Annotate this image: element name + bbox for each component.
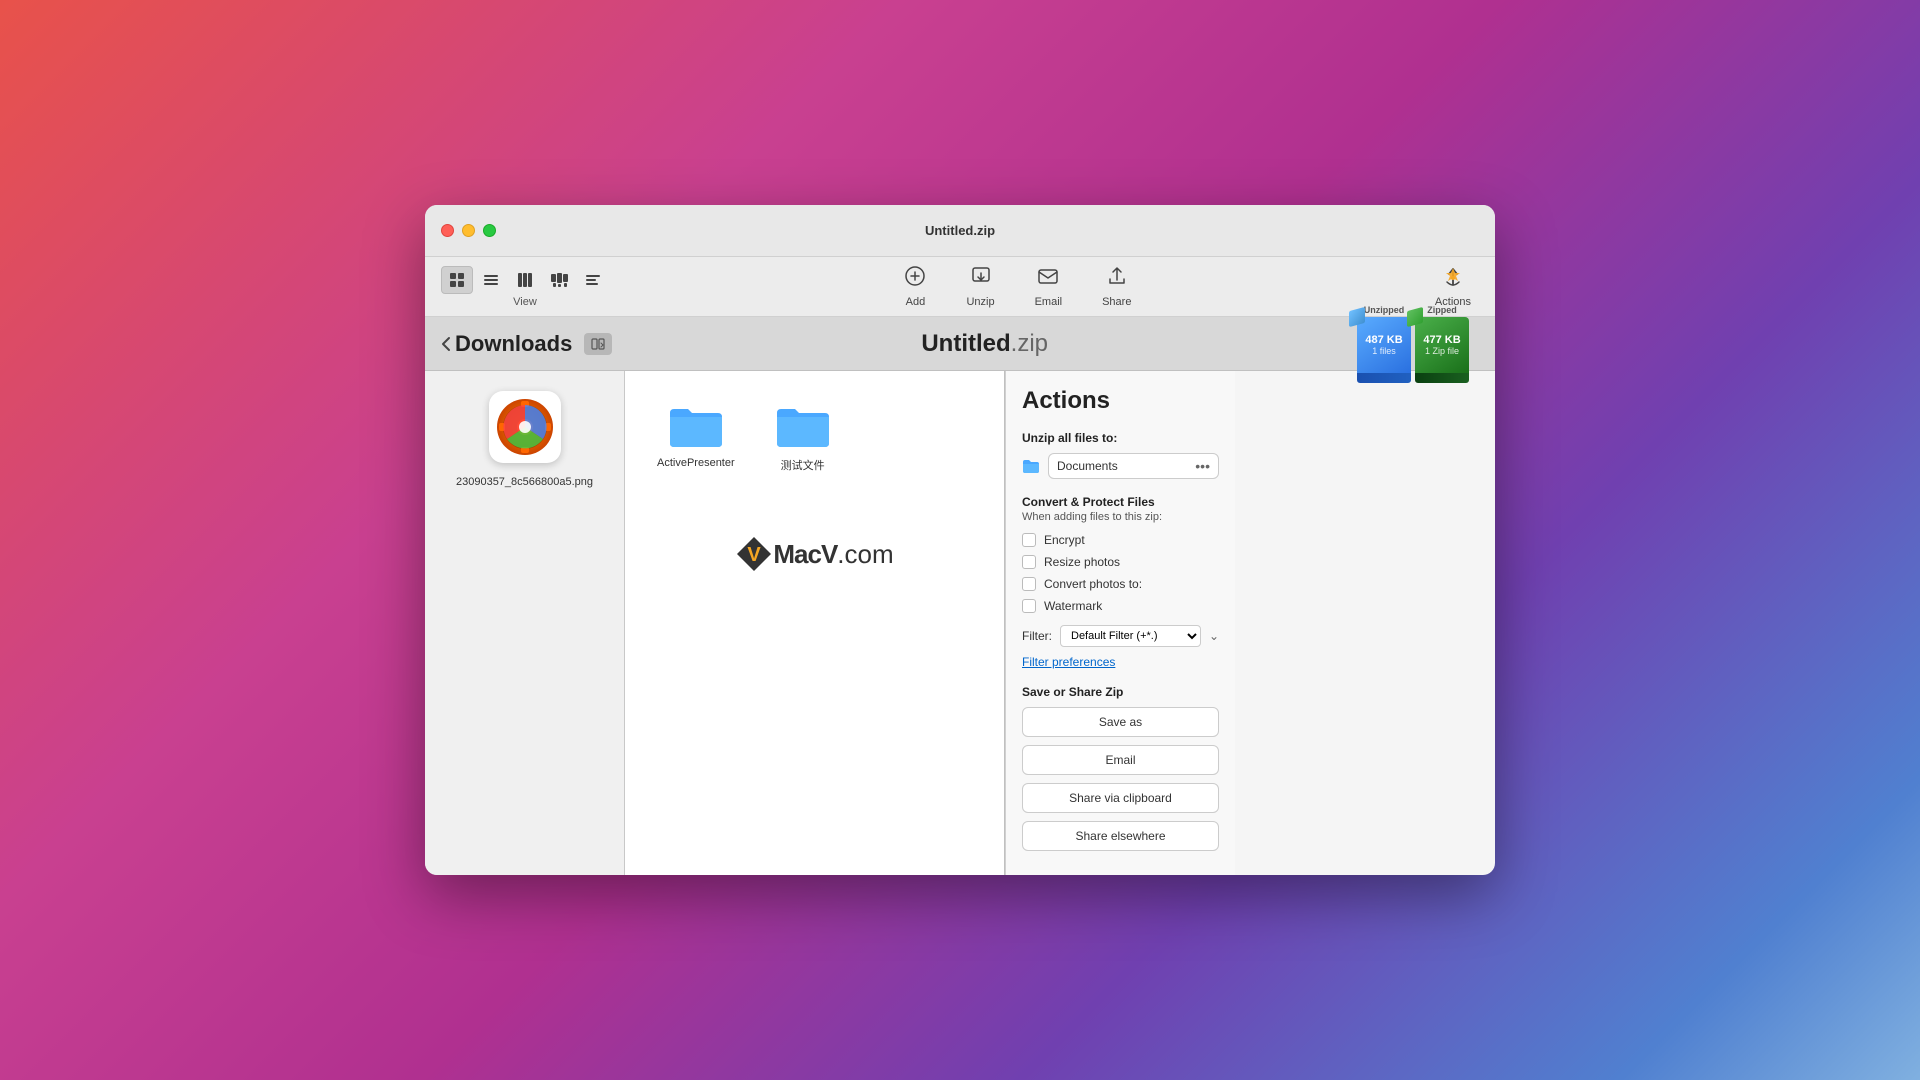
zip-folder-item[interactable]: ActivePresenter xyxy=(649,395,743,481)
watermark-label: Watermark xyxy=(1044,599,1102,613)
encrypt-label: Encrypt xyxy=(1044,533,1085,547)
source-file-name: 23090357_8c566800a5.png xyxy=(456,475,593,490)
view-label: View xyxy=(513,296,537,308)
actions-panel-title: Actions xyxy=(1022,387,1219,415)
maximize-button[interactable] xyxy=(483,224,496,237)
window-title: Untitled.zip xyxy=(925,223,995,238)
unzipped-files: 1 files xyxy=(1372,346,1396,356)
filter-row: Filter: Default Filter (+*.) ⌄ xyxy=(1022,625,1219,647)
minimize-button[interactable] xyxy=(462,224,475,237)
save-as-button[interactable]: Save as xyxy=(1022,707,1219,737)
watermark-row: Watermark xyxy=(1022,599,1219,613)
back-label: Downloads xyxy=(455,331,572,357)
add-button[interactable]: Add xyxy=(896,261,934,312)
ellipsis-button[interactable]: ••• xyxy=(1195,458,1210,474)
add-icon xyxy=(904,265,926,293)
left-panel: 23090357_8c566800a5.png ActivePresenter xyxy=(425,371,1005,875)
save-share-title: Save or Share Zip xyxy=(1022,685,1219,699)
toolbar: View Add xyxy=(425,257,1495,317)
macv-logo-icon: V xyxy=(735,535,773,573)
zip-filename: Untitled.zip xyxy=(921,330,1048,358)
convert-checkbox[interactable] xyxy=(1022,577,1036,591)
folder2-label: 测试文件 xyxy=(781,457,825,473)
share-elsewhere-button[interactable]: Share elsewhere xyxy=(1022,821,1219,851)
app-window: Untitled.zip xyxy=(425,205,1495,875)
unzip-section-label: Unzip all files to: xyxy=(1022,431,1219,445)
zipped-label: Zipped xyxy=(1427,305,1457,315)
convert-label: Convert photos to: xyxy=(1044,577,1142,591)
actions-icon xyxy=(1442,266,1464,293)
folder1-label: ActivePresenter xyxy=(657,457,735,469)
unzipped-size: 487 KB xyxy=(1365,334,1402,346)
macv-com: .com xyxy=(837,539,893,570)
email-label: Email xyxy=(1035,296,1063,308)
filter-chevron[interactable]: ⌄ xyxy=(1209,629,1219,643)
zipped-files: 1 Zip file xyxy=(1425,346,1459,356)
share-button[interactable]: Share xyxy=(1094,261,1139,312)
file-icon-wrapper xyxy=(485,387,565,467)
macv-text: MacV xyxy=(773,539,837,570)
convert-section: Convert & Protect Files When adding file… xyxy=(1022,495,1219,613)
unzip-button[interactable]: Unzip xyxy=(958,261,1002,312)
watermark-checkbox[interactable] xyxy=(1022,599,1036,613)
share-icon xyxy=(1106,265,1128,293)
unzip-icon xyxy=(970,265,992,293)
back-button[interactable]: Downloads xyxy=(441,331,572,357)
toolbar-center: Add Unzip xyxy=(609,261,1427,312)
email-button[interactable]: Email xyxy=(1027,261,1071,312)
titlebar: Untitled.zip xyxy=(425,205,1495,257)
coverflow-view-button[interactable] xyxy=(577,266,609,294)
convert-subtitle: When adding files to this zip: xyxy=(1022,511,1219,523)
zip-contents-panel: ActivePresenter 测试文件 V xyxy=(625,371,1004,875)
add-label: Add xyxy=(906,296,926,308)
filter-preferences-link[interactable]: Filter preferences xyxy=(1022,655,1219,669)
view-group: View xyxy=(441,266,609,308)
column-view-button[interactable] xyxy=(509,266,541,294)
folder-icon xyxy=(668,403,724,449)
expand-panel-button[interactable] xyxy=(584,333,612,355)
grid-view-button[interactable] xyxy=(441,266,473,294)
source-panel: 23090357_8c566800a5.png xyxy=(425,371,625,875)
unzipped-label: Unzipped xyxy=(1364,305,1405,315)
gallery-view-button[interactable] xyxy=(543,266,575,294)
share-clipboard-button[interactable]: Share via clipboard xyxy=(1022,783,1219,813)
unzip-destination[interactable]: Documents ••• xyxy=(1048,453,1219,479)
filter-label: Filter: xyxy=(1022,629,1052,643)
zipped-size: 477 KB xyxy=(1423,334,1460,346)
actions-panel: Actions Unzip all files to: Documents ••… xyxy=(1005,371,1235,875)
macv-logo: V MacV .com xyxy=(649,535,980,573)
filter-select[interactable]: Default Filter (+*.) xyxy=(1060,625,1201,647)
folder-small-icon xyxy=(1022,458,1040,474)
navbar: Downloads Untitled.zip Unzipped 487 KB 1… xyxy=(425,317,1495,371)
main-content: 23090357_8c566800a5.png ActivePresenter xyxy=(425,371,1495,875)
close-button[interactable] xyxy=(441,224,454,237)
resize-checkbox[interactable] xyxy=(1022,555,1036,569)
encrypt-row: Encrypt xyxy=(1022,533,1219,547)
convert-row: Convert photos to: xyxy=(1022,577,1219,591)
svg-text:V: V xyxy=(748,544,762,566)
unzip-row: Documents ••• xyxy=(1022,453,1219,479)
zip-folder-item[interactable]: 测试文件 xyxy=(767,395,839,481)
unzip-label: Unzip xyxy=(966,296,994,308)
email-icon xyxy=(1037,265,1059,293)
convert-title: Convert & Protect Files xyxy=(1022,495,1219,509)
encrypt-checkbox[interactable] xyxy=(1022,533,1036,547)
resize-label: Resize photos xyxy=(1044,555,1120,569)
email-action-button[interactable]: Email xyxy=(1022,745,1219,775)
folder-icon xyxy=(775,403,831,449)
traffic-lights xyxy=(441,224,496,237)
share-label: Share xyxy=(1102,296,1131,308)
list-view-button[interactable] xyxy=(475,266,507,294)
resize-row: Resize photos xyxy=(1022,555,1219,569)
nav-center: Untitled.zip xyxy=(624,330,1345,358)
